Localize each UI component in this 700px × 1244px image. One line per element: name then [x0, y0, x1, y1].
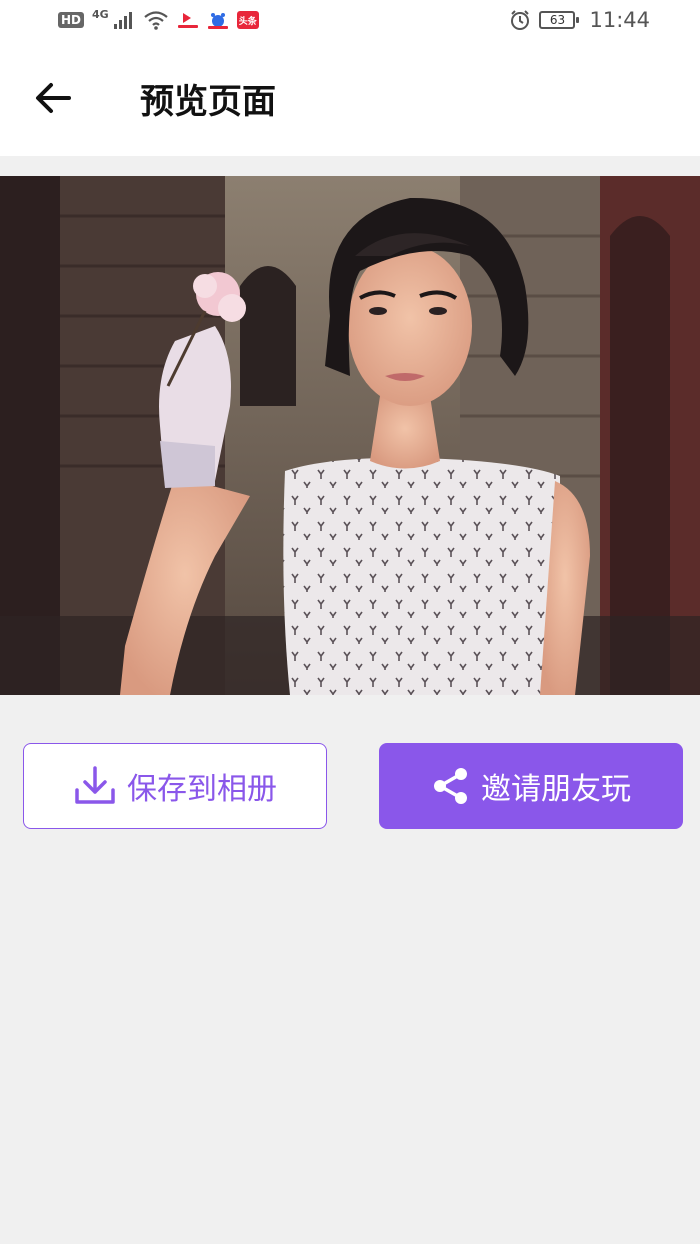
hd-badge: HD: [58, 12, 85, 28]
status-right: 63 11:44: [509, 8, 650, 32]
app-header: 预览页面: [0, 40, 700, 156]
app-badge-2-icon: [206, 11, 229, 29]
share-icon: [434, 768, 467, 804]
preview-image: [0, 176, 700, 695]
save-to-album-button[interactable]: 保存到相册: [23, 743, 327, 829]
alarm-icon: [511, 10, 530, 30]
back-button[interactable]: [18, 63, 88, 133]
action-row: 保存到相册 邀请朋友玩: [0, 743, 700, 829]
network-type-label: 4G: [92, 7, 109, 21]
arrow-left-icon: [36, 83, 71, 113]
share-button-label: 邀请朋友玩: [481, 772, 631, 807]
signal-icon: [113, 12, 132, 29]
download-icon: [75, 766, 115, 804]
wifi-icon: [144, 11, 168, 30]
save-button-label: 保存到相册: [127, 772, 277, 807]
app-badge-1-icon: [176, 11, 199, 29]
invite-friends-button[interactable]: 邀请朋友玩: [379, 743, 683, 829]
screen: HD 4G 头条 63 11:44 预览页面 保存到相册 邀请朋友玩: [0, 0, 700, 1244]
page-title: 预览页面: [140, 81, 276, 122]
app-badge-3-icon: 头条: [236, 11, 259, 29]
status-left: HD 4G 头条: [58, 7, 259, 30]
status-bar: HD 4G 头条 63 11:44: [0, 0, 700, 40]
status-time: 11:44: [589, 8, 650, 32]
battery-indicator: 63: [539, 11, 580, 29]
